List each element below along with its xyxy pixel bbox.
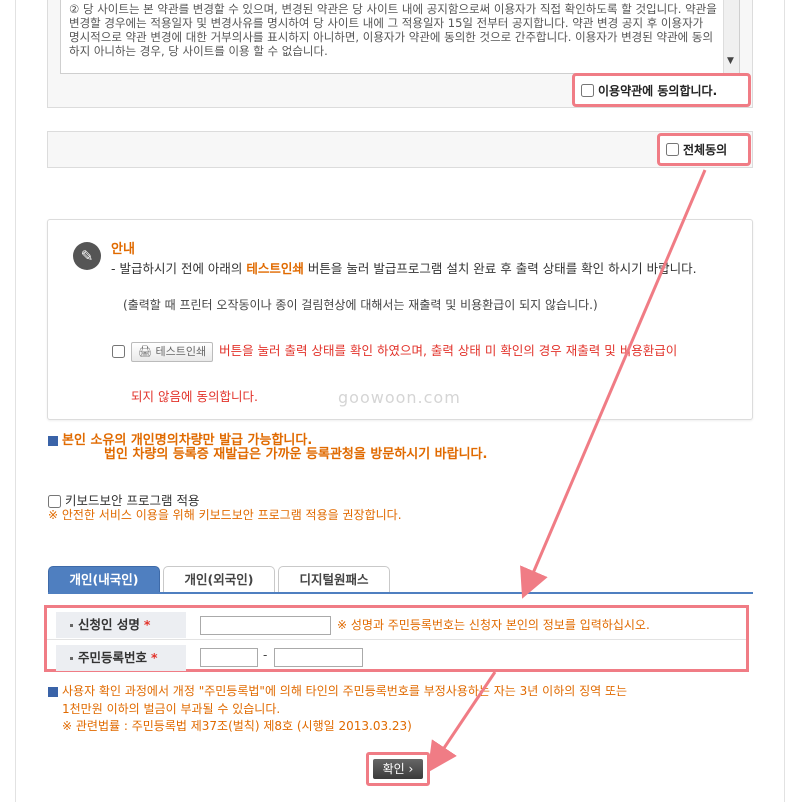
name-input[interactable]	[200, 616, 331, 635]
name-label: 신청인 성명 *	[56, 612, 186, 638]
agree-all-checkbox[interactable]: 전체동의	[657, 133, 751, 166]
id-back-input[interactable]	[274, 648, 363, 667]
tab-underline	[48, 592, 753, 594]
notice-chat-icon: ✎	[73, 242, 101, 270]
ownership-line2: 법인 차량의 등록증 재발급은 가까운 등록관청을 방문하시기 바랍니다.	[104, 447, 488, 462]
test-print-agree-checkbox[interactable]	[112, 345, 125, 358]
tab-bar: 개인(내국인) 개인(외국인) 디지털원패스	[48, 566, 393, 592]
notice-highlight: 테스트인쇄	[246, 261, 304, 276]
bullet-icon	[48, 435, 58, 446]
legal-warning-line1: 사용자 확인 과정에서 개정 "주민등록법"에 의해 타인의 주민등록번호를 부…	[62, 684, 628, 698]
test-print-text: 버튼을 눌러 출력 상태를 확인 하였으며, 출력 상태 미 확인의 경우 재출…	[219, 343, 678, 358]
test-print-button[interactable]: 🖨 테스트인쇄	[131, 341, 214, 362]
agree-terms-label: 이용약관에 동의합니다.	[598, 83, 718, 98]
id-front-input[interactable]	[200, 648, 258, 667]
printer-icon: 🖨	[138, 344, 156, 358]
notice-text: - 발급하시기 전에 아래의 테스트인쇄 버튼을 눌러 발급프로그램 설치 완료…	[111, 258, 731, 279]
applicant-form: 신청인 성명 * ※ 성명과 주민등록번호는 신청자 본인의 정보를 입력하십시오…	[44, 605, 749, 672]
agree-terms-checkbox[interactable]: 이용약관에 동의합니다.	[572, 73, 751, 107]
notice-subtext: (출력할 때 프린터 오작동이나 종이 걸림현상에 대해서는 재출력 및 비용환…	[123, 298, 598, 312]
tab-foreigner[interactable]: 개인(외국인)	[163, 566, 275, 592]
name-label-text: 신청인 성명	[78, 617, 140, 632]
agree-all-input[interactable]	[666, 143, 679, 156]
bullet-icon	[48, 686, 58, 697]
form-hint: ※ 성명과 주민등록번호는 신청자 본인의 정보를 입력하십시오.	[337, 618, 650, 632]
legal-warning-line2: 1천만원 이하의 벌금이 부과될 수 있습니다.	[62, 702, 281, 716]
test-print-label: 테스트인쇄	[155, 344, 207, 358]
test-print-text-2: 되지 않음에 동의합니다.	[131, 389, 258, 404]
tab-digital-onepass[interactable]: 디지털원패스	[278, 566, 390, 592]
confirm-highlight: 확인 ›	[366, 752, 430, 786]
terms-text[interactable]: ② 당 사이트는 본 약관를 변경할 수 있으며, 변경된 약관은 당 사이트 …	[60, 0, 740, 74]
legal-reference: ※ 관련법률 : 주민등록법 제37조(벌칙) 제8호 (시행일 2013.03…	[62, 719, 412, 733]
agree-terms-input[interactable]	[581, 83, 594, 97]
confirm-button[interactable]: 확인 ›	[373, 759, 423, 779]
id-dash: -	[263, 648, 268, 662]
required-mark: *	[143, 617, 151, 632]
id-label: 주민등록번호 *	[56, 645, 186, 671]
agree-all-bar	[47, 131, 753, 168]
notice-text-post: 버튼을 눌러 발급프로그램 설치 완료 후 출력 상태를 확인 하시기 바랍니다…	[303, 261, 697, 276]
notice-text-pre: - 발급하시기 전에 아래의	[111, 261, 247, 276]
test-print-row: 🖨 테스트인쇄 버튼을 눌러 출력 상태를 확인 하였으며, 출력 상태 미 확인…	[112, 340, 732, 362]
keyboard-security-warning: ※ 안전한 서비스 이용을 위해 키보드보안 프로그램 적용을 권장합니다.	[48, 508, 402, 522]
scroll-down-icon[interactable]: ▼	[727, 56, 734, 66]
tab-domestic[interactable]: 개인(내국인)	[48, 566, 160, 592]
name-row: 신청인 성명 * ※ 성명과 주민등록번호는 신청자 본인의 정보를 입력하십시오…	[47, 610, 746, 640]
id-label-text: 주민등록번호	[78, 650, 148, 665]
watermark: goowoon.com	[338, 388, 461, 407]
agree-all-label: 전체동의	[683, 143, 728, 157]
legal-warning: 사용자 확인 과정에서 개정 "주민등록법"에 의해 타인의 주민등록번호를 부…	[48, 684, 748, 699]
required-mark: *	[151, 650, 158, 665]
id-row: 주민등록번호 * -	[47, 643, 746, 673]
notice-title: 안내	[111, 242, 135, 257]
